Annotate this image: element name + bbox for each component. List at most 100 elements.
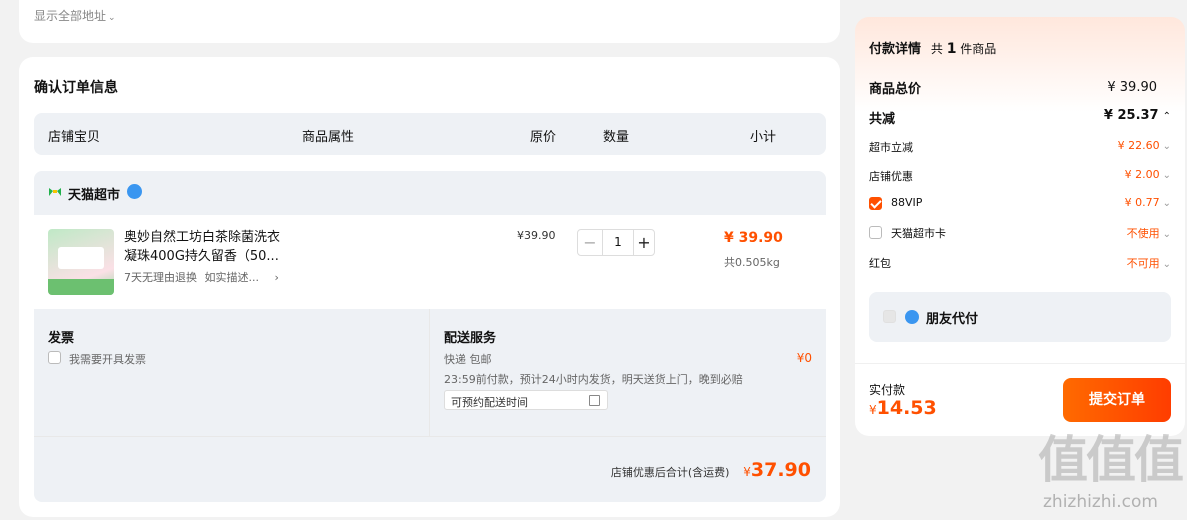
actual-pay-currency: ¥ <box>869 403 877 417</box>
invoice-option[interactable]: 我需要开具发票 <box>48 351 248 366</box>
item-count: 1 <box>946 41 957 57</box>
column-subtotal: 小计 <box>750 130 777 145</box>
discount-row-redpacket: 红包 不可用 ⌄ <box>869 255 1171 271</box>
chevron-down-icon: ⌄ <box>1162 141 1171 152</box>
service-tags[interactable]: 7天无理由退换 如实描述... › <box>124 269 279 285</box>
quantity-input[interactable]: 1 <box>602 230 634 255</box>
actual-pay-label: 实付款 <box>869 383 906 397</box>
chevron-down-icon: ⌄ <box>1162 229 1171 240</box>
chat-icon[interactable] <box>127 184 142 199</box>
tmall-logo-icon <box>48 186 62 198</box>
discount-row-label: 店铺优惠 <box>869 170 913 183</box>
discount-row-value[interactable]: ¥ 22.60 ⌄ <box>1118 139 1171 152</box>
chevron-down-icon: ⌄ <box>1162 198 1171 209</box>
delivery-title: 配送服务 <box>444 331 497 346</box>
chevron-down-icon: ⌄ <box>1162 170 1171 181</box>
schedule-delivery-placeholder: 可预约配送时间 <box>451 396 528 409</box>
delivery-fee: ¥0 <box>796 351 812 365</box>
invoice-option-label: 我需要开具发票 <box>69 353 146 366</box>
invoice-checkbox[interactable] <box>48 351 61 364</box>
show-all-address-link[interactable]: 显示全部地址 ⌄ <box>34 7 116 24</box>
goods-total-label: 商品总价 <box>869 82 922 97</box>
item-count-suffix: 件商品 <box>960 42 997 56</box>
column-store-item: 店铺宝贝 <box>48 130 101 145</box>
payment-title-row: 付款详情 共 1 件商品 <box>869 38 996 57</box>
return-guarantee-tag: 7天无理由退换 <box>124 271 197 284</box>
chevron-down-icon: ⌄ <box>1162 259 1171 270</box>
watermark-url: zhizhizhi.com <box>1043 492 1158 512</box>
original-price: ¥39.90 <box>517 229 556 242</box>
delivery-section: 配送服务 快递 包邮 ¥0 23:59前付款，预计24小时内发货，明天送货上门，… <box>444 327 812 410</box>
discount-row-label: 88VIP <box>891 196 923 209</box>
store-discount-value: ¥ 2.00 <box>1124 168 1160 181</box>
item-weight: 共0.505kg <box>724 256 780 269</box>
discount-row-value[interactable]: ¥ 0.77 ⌄ <box>1125 196 1171 209</box>
supermarket-discount-value: ¥ 22.60 <box>1117 139 1160 152</box>
schedule-delivery-input[interactable]: 可预约配送时间 <box>444 390 608 410</box>
section-divider-horizontal <box>34 436 826 437</box>
payment-card: 付款详情 共 1 件商品 商品总价 ¥ 39.90 共减 ¥ 25.37 ⌃ 超市… <box>855 17 1185 436</box>
friend-pay-box[interactable]: 朋友代付 <box>869 292 1171 342</box>
friend-pay-checkbox[interactable] <box>883 310 896 323</box>
section-divider-vertical <box>429 309 430 437</box>
submit-order-button[interactable]: 提交订单 <box>1063 378 1171 422</box>
item-count-prefix: 共 <box>930 42 943 56</box>
red-packet-value: 不可用 <box>1126 257 1160 270</box>
actual-pay-value: 14.53 <box>876 397 937 419</box>
88vip-checkbox[interactable] <box>869 197 882 210</box>
discount-row-label: 红包 <box>869 257 891 270</box>
discount-toggle[interactable]: ¥ 25.37 ⌃ <box>1104 108 1171 123</box>
friend-pay-icon <box>905 310 919 324</box>
discount-row-value[interactable]: 不使用 ⌄ <box>1127 225 1171 241</box>
actual-pay: ¥14.53 <box>869 397 937 419</box>
store-total-label: 店铺优惠后合计(含运费) <box>610 466 730 479</box>
discount-row-88vip: 88VIP ¥ 0.77 ⌄ <box>869 196 1171 212</box>
store-block: 天猫超市 奥妙自然工坊白茶除菌洗衣 凝珠400G持久留香（50... 7天无理由… <box>34 171 826 502</box>
supermarket-card-value: 不使用 <box>1126 227 1160 240</box>
product-title[interactable]: 奥妙自然工坊白茶除菌洗衣 凝珠400G持久留香（50... <box>124 228 294 266</box>
discount-label: 共减 <box>869 112 896 127</box>
invoice-section: 发票 我需要开具发票 <box>48 327 408 366</box>
delivery-note: 23:59前付款，预计24小时内发货，明天送货上门，晚到必赔 <box>444 373 743 386</box>
product-title-line1: 奥妙自然工坊白茶除菌洗衣 <box>124 230 281 245</box>
discount-row-card: 天猫超市卡 不使用 ⌄ <box>869 225 1171 241</box>
invoice-title: 发票 <box>48 331 75 346</box>
table-header: 店铺宝贝 商品属性 原价 数量 小计 <box>34 113 826 155</box>
column-quantity: 数量 <box>603 130 630 145</box>
supermarket-card-checkbox[interactable] <box>869 226 882 239</box>
product-image[interactable] <box>48 229 114 295</box>
watermark-logo: 值值值 <box>1038 431 1184 489</box>
delivery-method: 快递 包邮 <box>444 353 492 366</box>
friend-pay-label: 朋友代付 <box>926 312 979 327</box>
product-title-line2: 凝珠400G持久留香（50... <box>124 249 279 264</box>
store-total-value: 37.90 <box>750 459 811 481</box>
discount-row-store: 店铺优惠 ¥ 2.00 ⌄ <box>869 168 1171 184</box>
discount-row-supermarket: 超市立减 ¥ 22.60 ⌄ <box>869 139 1171 155</box>
store-total: 店铺优惠后合计(含运费) ¥37.90 <box>611 459 811 481</box>
show-all-address-label: 显示全部地址 <box>34 9 107 23</box>
as-described-tag: 如实描述... <box>204 271 260 284</box>
item-row: 奥妙自然工坊白茶除菌洗衣 凝珠400G持久留香（50... 7天无理由退换 如实… <box>34 215 826 309</box>
decrease-quantity-button[interactable]: − <box>578 230 602 256</box>
chevron-down-icon: ⌄ <box>108 13 116 23</box>
calendar-icon <box>589 395 600 406</box>
store-total-currency: ¥ <box>743 465 751 479</box>
discount-row-label: 天猫超市卡 <box>891 227 946 240</box>
payment-divider <box>855 363 1185 364</box>
increase-quantity-button[interactable]: + <box>632 230 656 256</box>
discount-row-value[interactable]: 不可用 ⌄ <box>1127 255 1171 271</box>
order-title: 确认订单信息 <box>34 80 118 96</box>
discount-value: ¥ 25.37 <box>1103 108 1159 123</box>
discount-row-label: 超市立减 <box>869 141 913 154</box>
quantity-stepper: − 1 + <box>577 229 655 256</box>
column-attributes: 商品属性 <box>302 130 355 145</box>
payment-title: 付款详情 <box>869 42 922 57</box>
column-original-price: 原价 <box>530 130 557 145</box>
item-subtotal: ¥ 39.90 <box>724 230 783 246</box>
address-card: 显示全部地址 ⌄ <box>19 0 840 43</box>
order-card: 确认订单信息 店铺宝贝 商品属性 原价 数量 小计 天猫超市 奥妙自然工坊白茶除… <box>19 57 840 517</box>
chevron-up-icon: ⌃ <box>1162 111 1171 122</box>
chevron-right-icon: › <box>274 271 279 284</box>
88vip-discount-value: ¥ 0.77 <box>1124 196 1160 209</box>
discount-row-value[interactable]: ¥ 2.00 ⌄ <box>1125 168 1171 181</box>
